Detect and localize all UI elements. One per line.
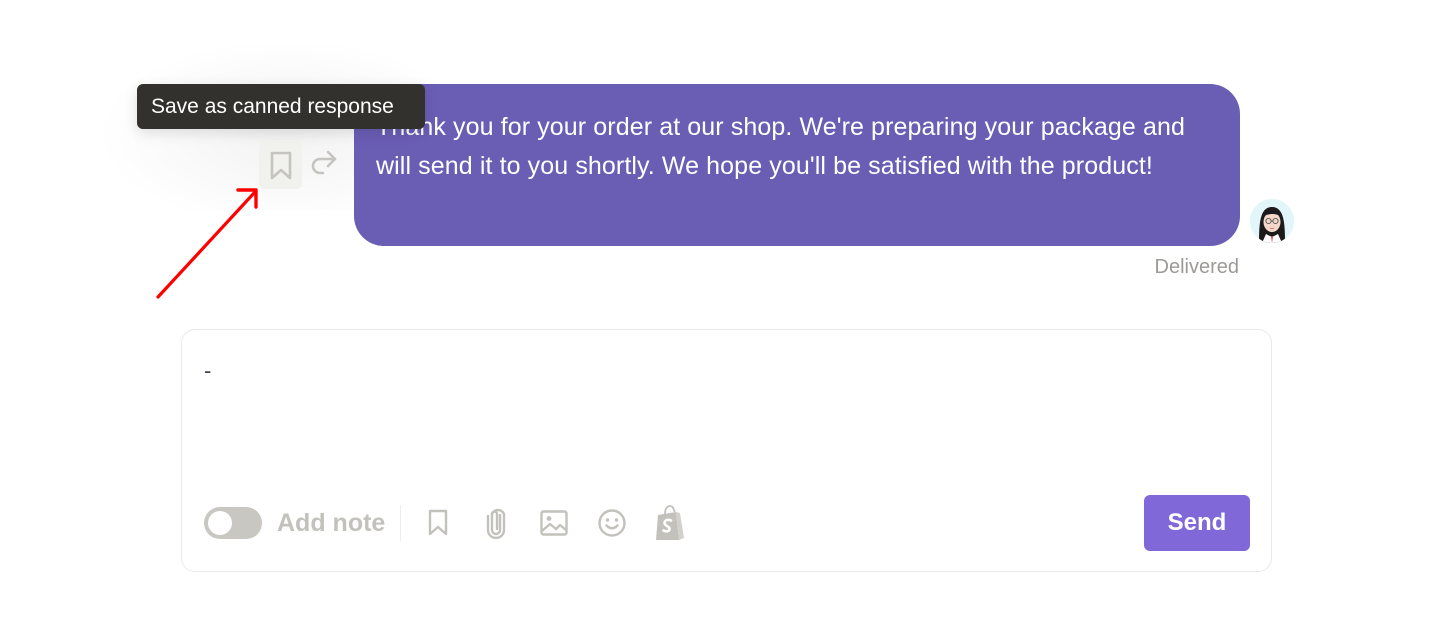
emoji-button[interactable] [595, 505, 629, 541]
send-button[interactable]: Send [1144, 495, 1250, 551]
sender-avatar [1250, 199, 1294, 243]
smiley-icon [598, 509, 627, 537]
forward-message-button[interactable] [305, 142, 343, 182]
tooltip-text: Save as canned response [151, 95, 394, 118]
delivery-status: Delivered [1154, 256, 1239, 278]
canned-responses-button[interactable] [421, 505, 455, 541]
bookmark-icon [429, 509, 448, 536]
annotation-arrow [156, 188, 258, 299]
add-note-toggle[interactable] [204, 507, 262, 539]
message-composer: Add note [181, 329, 1272, 572]
forward-arrow-icon [311, 150, 337, 175]
toggle-knob [208, 511, 232, 535]
add-note-label[interactable]: Add note [277, 509, 385, 538]
chat-view: Thank you for your order at our shop. We… [0, 0, 1446, 620]
message-bubble: Thank you for your order at our shop. We… [354, 84, 1240, 246]
insert-image-button[interactable] [537, 505, 571, 541]
bookmark-icon [270, 151, 291, 179]
attach-file-button[interactable] [479, 505, 513, 541]
tooltip: Save as canned response [137, 84, 425, 129]
toolbar-divider [400, 505, 402, 541]
message-text: Thank you for your order at our shop. We… [376, 113, 1185, 180]
paperclip-icon [487, 508, 506, 539]
avatar-portrait-icon [1250, 199, 1294, 243]
shopify-bag-icon [656, 505, 685, 540]
shopify-button[interactable] [653, 505, 687, 541]
message-input[interactable] [204, 356, 1244, 466]
composer-toolbar: Add note Send [204, 494, 1250, 552]
image-icon [540, 510, 569, 536]
